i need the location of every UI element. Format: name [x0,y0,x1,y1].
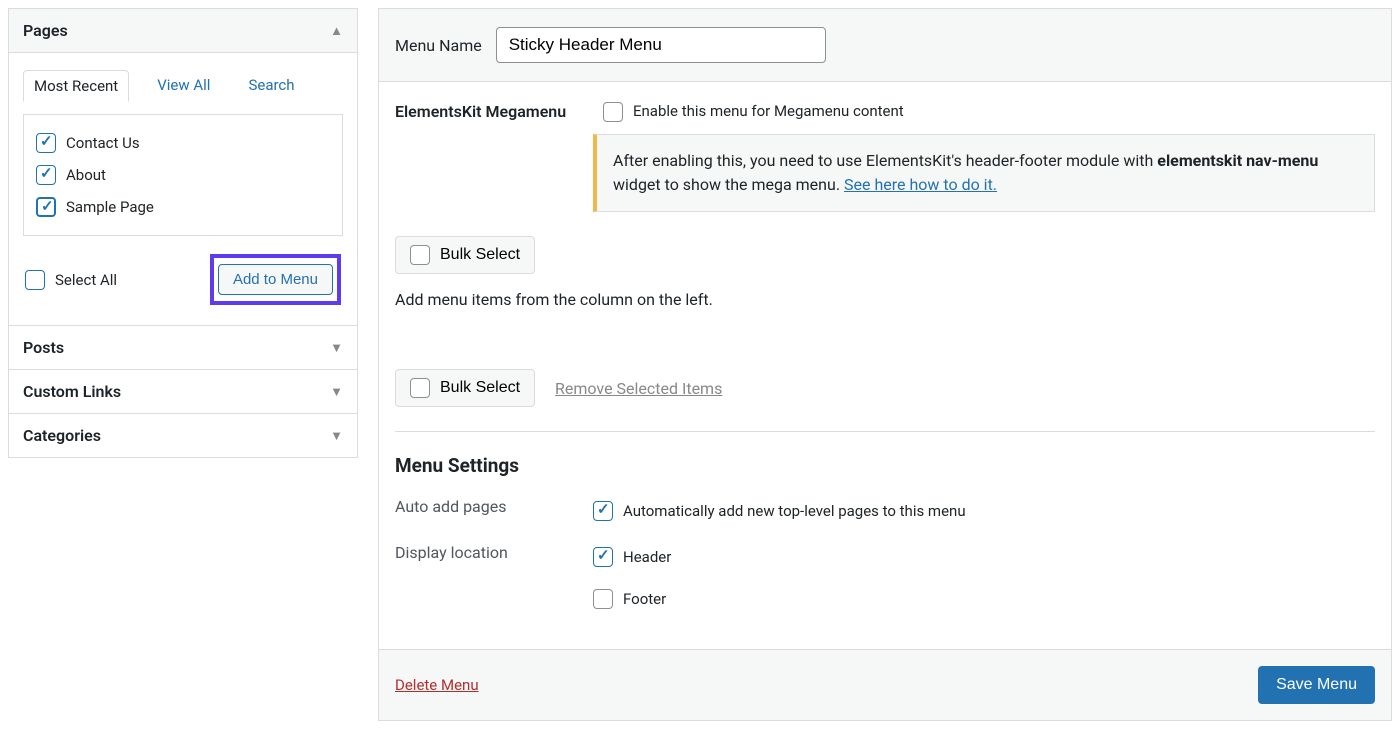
select-all-row[interactable]: Select All [25,264,117,296]
pages-list: Contact Us About Sample Page [23,114,343,236]
notice-link[interactable]: See here how to do it. [844,175,997,194]
remove-selected-link[interactable]: Remove Selected Items [555,379,722,398]
page-item[interactable]: Sample Page [36,191,330,223]
megamenu-label: ElementsKit Megamenu [395,102,593,121]
arrow-down-icon: ▼ [330,340,343,356]
setting-auto-add: Auto add pages Automatically add new top… [395,495,1375,527]
megamenu-notice: After enabling this, you need to use Ele… [593,134,1375,212]
bulk-select-label-2: Bulk Select [440,379,520,397]
location-header-checkbox[interactable] [593,547,613,567]
setting-display-location: Display location Header Footer [395,541,1375,615]
add-to-menu-highlight: Add to Menu [210,254,341,305]
page-item[interactable]: Contact Us [36,127,330,159]
bulk-select-checkbox[interactable] [410,245,430,265]
page-item[interactable]: About [36,159,330,191]
notice-text-before: After enabling this, you need to use Ele… [613,151,1157,170]
accordion-posts: Posts ▼ [8,326,358,370]
page-item-label: Sample Page [66,198,154,216]
location-footer-text: Footer [623,590,666,608]
accordion-pages-header[interactable]: Pages ▲ [9,9,357,53]
auto-add-checkbox[interactable] [593,501,613,521]
empty-menu-hint: Add menu items from the column on the le… [395,290,1375,309]
accordion-categories-header[interactable]: Categories ▼ [9,414,357,457]
notice-text-bold: elementskit nav-menu [1157,151,1318,170]
add-to-menu-button[interactable]: Add to Menu [218,264,333,295]
bulk-row-bottom: Bulk Select Remove Selected Items [395,369,1375,432]
select-all-label: Select All [55,271,117,289]
pages-footer: Select All Add to Menu [23,250,343,309]
location-footer-option[interactable]: Footer [593,583,671,615]
menu-name-row: Menu Name [379,9,1391,82]
megamenu-enable-checkbox[interactable] [603,102,623,122]
page-item-label: About [66,166,106,184]
bulk-select-button-2[interactable]: Bulk Select [395,369,535,407]
page-item-checkbox[interactable] [36,197,56,217]
notice-text-after: widget to show the mega menu. [613,175,844,194]
main-footer: Delete Menu Save Menu [379,649,1391,720]
menu-name-input[interactable] [496,27,826,63]
arrow-up-icon: ▲ [330,23,343,39]
main-body: ElementsKit Megamenu Enable this menu fo… [379,82,1391,649]
arrow-down-icon: ▼ [330,384,343,400]
accordion-pages-title: Pages [23,21,68,40]
bulk-select-button[interactable]: Bulk Select [395,236,535,274]
select-all-checkbox[interactable] [25,270,45,290]
tab-view-all[interactable]: View All [147,70,220,100]
accordion-categories-title: Categories [23,426,101,445]
bulk-select-checkbox-2[interactable] [410,378,430,398]
accordion-pages-body: Most Recent View All Search Contact Us A… [9,53,357,325]
pages-tabs: Most Recent View All Search [23,69,343,101]
delete-menu-link[interactable]: Delete Menu [395,676,479,694]
auto-add-text: Automatically add new top-level pages to… [623,502,966,520]
arrow-down-icon: ▼ [330,428,343,444]
megamenu-enable-text: Enable this menu for Megamenu content [633,102,904,120]
tab-most-recent[interactable]: Most Recent [23,70,129,102]
accordion-posts-title: Posts [23,338,64,357]
auto-add-option[interactable]: Automatically add new top-level pages to… [593,495,966,527]
accordion-custom-links-title: Custom Links [23,382,121,401]
page-item-label: Contact Us [66,134,140,152]
tab-search[interactable]: Search [238,70,304,100]
location-header-text: Header [623,548,671,566]
accordion-pages: Pages ▲ Most Recent View All Search Cont… [8,8,358,326]
menu-settings-title: Menu Settings [395,454,1375,477]
page-item-checkbox[interactable] [36,133,56,153]
accordion-custom-links: Custom Links ▼ [8,370,358,414]
accordion-categories: Categories ▼ [8,414,358,458]
display-location-label: Display location [395,541,593,562]
menu-name-label: Menu Name [395,36,482,55]
bulk-select-label: Bulk Select [440,246,520,264]
location-footer-checkbox[interactable] [593,589,613,609]
accordion-posts-header[interactable]: Posts ▼ [9,326,357,369]
page-item-checkbox[interactable] [36,165,56,185]
auto-add-label: Auto add pages [395,495,593,516]
save-menu-button[interactable]: Save Menu [1258,666,1375,704]
sidebar: Pages ▲ Most Recent View All Search Cont… [8,8,358,721]
accordion-custom-links-header[interactable]: Custom Links ▼ [9,370,357,413]
main-panel: Menu Name ElementsKit Megamenu Enable th… [378,8,1392,721]
megamenu-row: ElementsKit Megamenu Enable this menu fo… [395,102,1375,122]
location-header-option[interactable]: Header [593,541,671,573]
